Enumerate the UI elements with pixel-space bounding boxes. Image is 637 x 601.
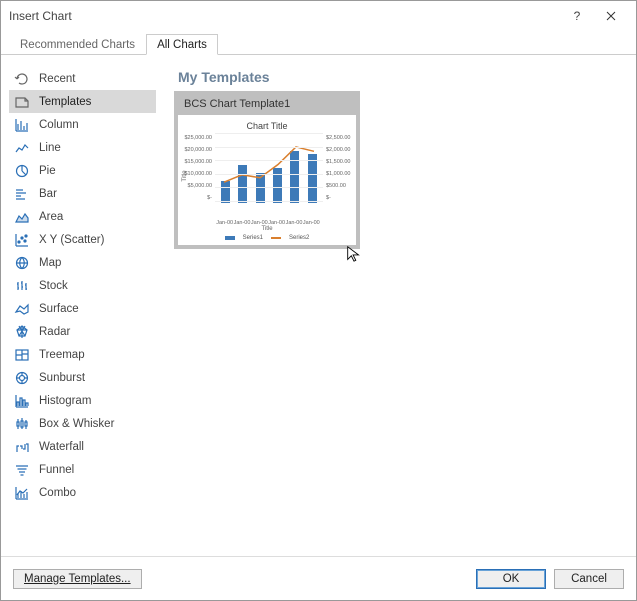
sidebar-item-label: Radar bbox=[39, 326, 70, 338]
sidebar-item-stock[interactable]: Stock bbox=[9, 274, 156, 297]
legend-swatch-series1 bbox=[225, 236, 235, 240]
sidebar-item-recent[interactable]: Recent bbox=[9, 67, 156, 90]
sidebar-item-map[interactable]: Map bbox=[9, 251, 156, 274]
sidebar-item-pie[interactable]: Pie bbox=[9, 159, 156, 182]
sidebar-item-label: Waterfall bbox=[39, 441, 84, 453]
sunburst-icon bbox=[13, 370, 31, 386]
area-icon bbox=[13, 209, 31, 225]
ok-button[interactable]: OK bbox=[476, 569, 546, 589]
chart-template-thumbnail[interactable]: BCS Chart Template1 Chart Title Title $2… bbox=[174, 91, 360, 249]
column-icon bbox=[13, 117, 31, 133]
template-name: BCS Chart Template1 bbox=[178, 95, 356, 115]
sidebar-item-radar[interactable]: Radar bbox=[9, 320, 156, 343]
stock-icon bbox=[13, 278, 31, 294]
sidebar-item-label: Recent bbox=[39, 73, 75, 85]
y-ticks-left: $25,000.00 $20,000.00 $15,000.00 $10,000… bbox=[184, 133, 214, 201]
sidebar-item-label: Pie bbox=[39, 165, 56, 177]
line-icon bbox=[13, 140, 31, 156]
sidebar-item-scatter[interactable]: X Y (Scatter) bbox=[9, 228, 156, 251]
plot-area bbox=[215, 133, 323, 203]
treemap-icon bbox=[13, 347, 31, 363]
legend-swatch-series2 bbox=[271, 237, 281, 239]
sidebar-item-label: Column bbox=[39, 119, 79, 131]
recent-icon bbox=[13, 71, 31, 87]
cancel-button[interactable]: Cancel bbox=[554, 569, 624, 589]
templates-icon bbox=[13, 94, 31, 110]
sidebar-item-histogram[interactable]: Histogram bbox=[9, 389, 156, 412]
sidebar-item-label: Templates bbox=[39, 96, 91, 108]
sidebar-item-bar[interactable]: Bar bbox=[9, 182, 156, 205]
chart-preview: Chart Title Title $25,000.00 $20,000.00 … bbox=[178, 115, 356, 245]
close-icon bbox=[606, 11, 616, 21]
bar-icon bbox=[13, 186, 31, 202]
radar-icon bbox=[13, 324, 31, 340]
y-axis-label-left: Title bbox=[182, 170, 188, 181]
sidebar-item-treemap[interactable]: Treemap bbox=[9, 343, 156, 366]
sidebar-item-label: Stock bbox=[39, 280, 68, 292]
sidebar-item-label: Combo bbox=[39, 487, 76, 499]
surface-icon bbox=[13, 301, 31, 317]
sidebar-item-box-whisker[interactable]: Box & Whisker bbox=[9, 412, 156, 435]
sidebar-item-label: Area bbox=[39, 211, 63, 223]
sidebar-item-templates[interactable]: Templates bbox=[9, 90, 156, 113]
sidebar-item-label: X Y (Scatter) bbox=[39, 234, 104, 246]
sidebar-item-funnel[interactable]: Funnel bbox=[9, 458, 156, 481]
close-button[interactable] bbox=[594, 2, 628, 30]
sidebar-item-label: Box & Whisker bbox=[39, 418, 114, 430]
sidebar-item-waterfall[interactable]: Waterfall bbox=[9, 435, 156, 458]
waterfall-icon bbox=[13, 439, 31, 455]
scatter-icon bbox=[13, 232, 31, 248]
sidebar-item-line[interactable]: Line bbox=[9, 136, 156, 159]
y-ticks-right: $2,500.00 $2,000.00 $1,500.00 $1,000.00 … bbox=[324, 133, 350, 201]
main-pane: My Templates BCS Chart Template1 Chart T… bbox=[156, 55, 636, 557]
legend: Series1 Series2 bbox=[184, 235, 350, 241]
box-whisker-icon bbox=[13, 416, 31, 432]
sidebar-item-column[interactable]: Column bbox=[9, 113, 156, 136]
sidebar-item-label: Map bbox=[39, 257, 61, 269]
sidebar-item-label: Surface bbox=[39, 303, 79, 315]
histogram-icon bbox=[13, 393, 31, 409]
sidebar-item-label: Histogram bbox=[39, 395, 91, 407]
chart-title: Chart Title bbox=[184, 121, 350, 131]
section-title: My Templates bbox=[174, 69, 618, 85]
manage-templates-button[interactable]: Manage Templates... bbox=[13, 569, 142, 589]
window-title: Insert Chart bbox=[9, 9, 560, 23]
sidebar-item-surface[interactable]: Surface bbox=[9, 297, 156, 320]
sidebar-item-sunburst[interactable]: Sunburst bbox=[9, 366, 156, 389]
footer: Manage Templates... OK Cancel bbox=[1, 556, 636, 600]
pie-icon bbox=[13, 163, 31, 179]
sidebar-item-label: Funnel bbox=[39, 464, 74, 476]
funnel-icon bbox=[13, 462, 31, 478]
help-button[interactable]: ? bbox=[560, 2, 594, 30]
sidebar-item-combo[interactable]: Combo bbox=[9, 481, 156, 504]
x-axis-label: Title bbox=[184, 226, 350, 232]
tab-all-charts[interactable]: All Charts bbox=[146, 34, 218, 55]
chart-type-list: Recent Templates Column Line Pie Bar Are… bbox=[1, 55, 156, 557]
sidebar-item-label: Treemap bbox=[39, 349, 85, 361]
map-icon bbox=[13, 255, 31, 271]
sidebar-item-label: Sunburst bbox=[39, 372, 85, 384]
combo-icon bbox=[13, 485, 31, 501]
sidebar-item-label: Bar bbox=[39, 188, 57, 200]
sidebar-item-area[interactable]: Area bbox=[9, 205, 156, 228]
tab-recommended-charts[interactable]: Recommended Charts bbox=[9, 34, 146, 55]
sidebar-item-label: Line bbox=[39, 142, 61, 154]
content: Recent Templates Column Line Pie Bar Are… bbox=[1, 55, 636, 557]
tabs: Recommended Charts All Charts bbox=[1, 31, 636, 55]
titlebar: Insert Chart ? bbox=[1, 1, 636, 31]
